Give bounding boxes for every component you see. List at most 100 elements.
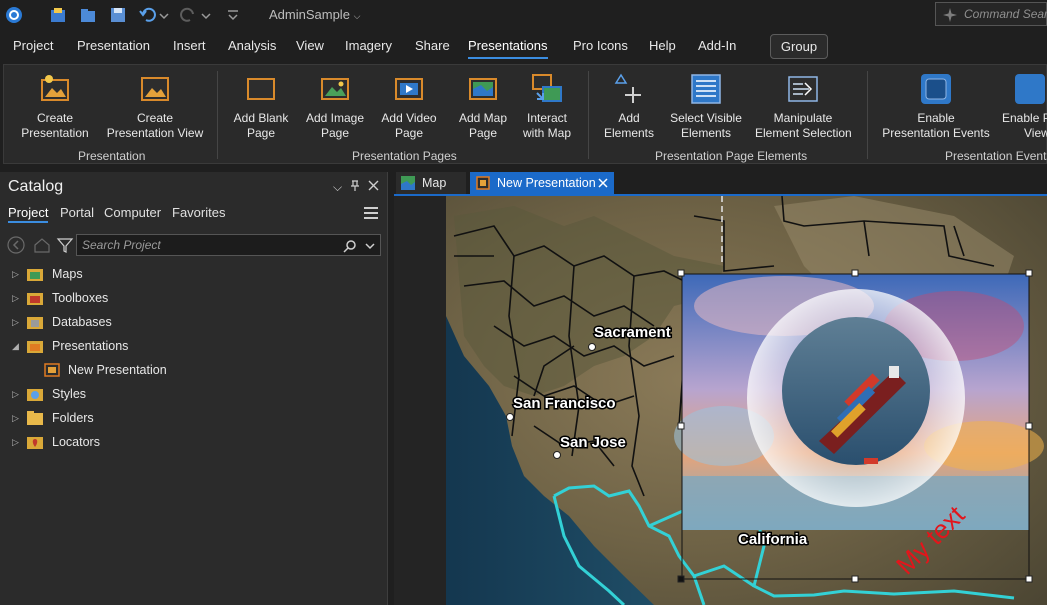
menu-analysis[interactable]: Analysis [228, 38, 276, 53]
enable-view-events-button[interactable]: Enable P View [1002, 73, 1047, 141]
home-icon[interactable] [33, 236, 51, 254]
menu-pro-icons[interactable]: Pro Icons [573, 38, 628, 53]
add-image-page-label-1: Add Image [305, 111, 365, 125]
menu-add-in[interactable]: Add-In [698, 38, 736, 53]
menu-imagery[interactable]: Imagery [345, 38, 392, 53]
add-elements-label-1: Add [618, 111, 640, 125]
ribbon-separator [217, 71, 218, 159]
undo-dropdown-icon[interactable] [158, 5, 170, 25]
customize-toolbar-icon[interactable] [226, 5, 240, 25]
app-logo-icon[interactable] [4, 5, 24, 25]
redo-icon[interactable] [178, 5, 198, 25]
add-map-page-label-1: Add Map [458, 111, 508, 125]
tree-item-databases[interactable]: ▷ Databases [0, 312, 386, 334]
tree-item-locators[interactable]: ▷ Locators [0, 432, 386, 454]
manipulate-selection-icon [787, 73, 819, 105]
manipulate-element-selection-button[interactable]: Manipulate Element Selection [755, 73, 852, 141]
tab-map[interactable]: Map [396, 172, 466, 194]
pin-icon[interactable] [350, 180, 360, 195]
group-label-elements: Presentation Page Elements [655, 149, 808, 163]
menu-presentations[interactable]: Presentations [468, 38, 548, 59]
close-pane-icon[interactable] [368, 180, 379, 194]
label-sacramento: Sacrament [594, 324, 671, 341]
expand-arrow-icon[interactable]: ▷ [12, 389, 22, 400]
catalog-search-input[interactable]: Search Project [76, 234, 381, 256]
add-blank-page-label-2: Page [246, 126, 276, 140]
command-search-input[interactable]: Command Search [935, 2, 1047, 26]
group-button[interactable]: Group [770, 34, 828, 59]
expand-arrow-icon[interactable]: ▷ [12, 317, 22, 328]
menu-icon[interactable] [364, 207, 378, 219]
add-video-page-button[interactable]: Add Video Page [379, 73, 439, 141]
title-bar: AdminSample ⌵ Command Search [0, 0, 1047, 30]
create-presentation-view-button[interactable]: Create Presentation View [106, 73, 204, 141]
menu-presentation[interactable]: Presentation [77, 38, 150, 53]
tree-item-styles[interactable]: ▷ Styles [0, 384, 386, 406]
select-visible-elements-button[interactable]: Select Visible Elements [668, 73, 744, 141]
tab-new-presentation[interactable]: New Presentation [470, 172, 614, 194]
menu-help[interactable]: Help [649, 38, 676, 53]
tree-item-toolboxes[interactable]: ▷ Toolboxes [0, 288, 386, 310]
chevron-down-icon: ⌵ [353, 11, 361, 21]
select-visible-label-1: Select Visible [670, 111, 742, 125]
toolbox-folder-icon [27, 293, 43, 305]
map-canvas[interactable]: Sacrament San Francisco San Jose Califor… [394, 196, 1047, 605]
select-visible-icon [690, 73, 722, 105]
filter-icon[interactable] [56, 236, 74, 254]
presentation-canvas[interactable]: Sacrament San Francisco San Jose Califor… [394, 196, 1047, 605]
manipulate-label-1: Manipulate [773, 111, 833, 125]
undo-icon[interactable] [138, 5, 158, 25]
pane-options-chevron-icon[interactable]: ⌵ [333, 180, 342, 195]
project-title[interactable]: AdminSample ⌵ [269, 7, 360, 22]
back-icon[interactable] [7, 236, 25, 254]
catalog-pane: Catalog ⌵ Project Portal Computer Favori… [0, 172, 388, 605]
open-project-icon[interactable] [78, 5, 98, 25]
create-presentation-icon [39, 73, 71, 105]
menu-share[interactable]: Share [415, 38, 450, 53]
add-image-page-button[interactable]: Add Image Page [303, 73, 367, 141]
collapse-arrow-icon[interactable]: ◢ [12, 341, 22, 352]
presentations-folder-icon [27, 341, 43, 353]
expand-arrow-icon[interactable]: ▷ [12, 413, 22, 424]
add-elements-button[interactable]: Add Elements [601, 73, 657, 141]
close-tab-icon[interactable] [598, 178, 608, 188]
tree-label: Toolboxes [52, 291, 109, 305]
search-icon[interactable] [343, 239, 357, 253]
tree-label: New Presentation [68, 363, 167, 377]
add-map-page-button[interactable]: Add Map Page [453, 73, 513, 141]
catalog-title: Catalog [8, 178, 64, 195]
blank-page-icon [245, 73, 277, 105]
redo-dropdown-icon[interactable] [200, 5, 212, 25]
add-blank-page-button[interactable]: Add Blank Page [231, 73, 291, 141]
menu-project[interactable]: Project [13, 38, 53, 53]
map-icon [401, 176, 415, 190]
group-label-pages: Presentation Pages [352, 149, 457, 163]
save-project-icon[interactable] [108, 5, 128, 25]
expand-arrow-icon[interactable]: ▷ [12, 269, 22, 280]
add-blank-page-label-1: Add Blank [233, 111, 289, 125]
view-tab-bar: Map New Presentation [394, 172, 1047, 194]
catalog-tab-project[interactable]: Project [8, 205, 49, 223]
chevron-down-icon[interactable] [365, 241, 375, 251]
tree-item-folders[interactable]: ▷ Folders [0, 408, 386, 430]
tree-item-maps[interactable]: ▷ Maps [0, 264, 386, 286]
catalog-tab-computer[interactable]: Computer [104, 205, 161, 220]
interact-map-icon [531, 73, 563, 105]
create-presentation-button[interactable]: Create Presentation [21, 73, 89, 141]
command-search-placeholder: Command Search [964, 7, 1047, 21]
expand-arrow-icon[interactable]: ▷ [12, 437, 22, 448]
catalog-tab-favorites[interactable]: Favorites [172, 205, 225, 220]
menu-view[interactable]: View [296, 38, 324, 53]
enable-presentation-events-button[interactable]: Enable Presentation Events [881, 73, 991, 141]
tree-item-new-presentation[interactable]: New Presentation [0, 360, 386, 382]
tree-item-presentations[interactable]: ◢ Presentations [0, 336, 386, 358]
catalog-tab-portal[interactable]: Portal [60, 205, 94, 220]
select-visible-label-2: Elements [680, 126, 732, 140]
menu-insert[interactable]: Insert [173, 38, 206, 53]
expand-arrow-icon[interactable]: ▷ [12, 293, 22, 304]
add-map-page-label-2: Page [468, 126, 498, 140]
interact-with-map-button[interactable]: Interact with Map [520, 73, 574, 141]
image-element[interactable] [674, 274, 1044, 530]
new-project-icon[interactable] [48, 5, 68, 25]
presentation-icon [44, 363, 60, 377]
